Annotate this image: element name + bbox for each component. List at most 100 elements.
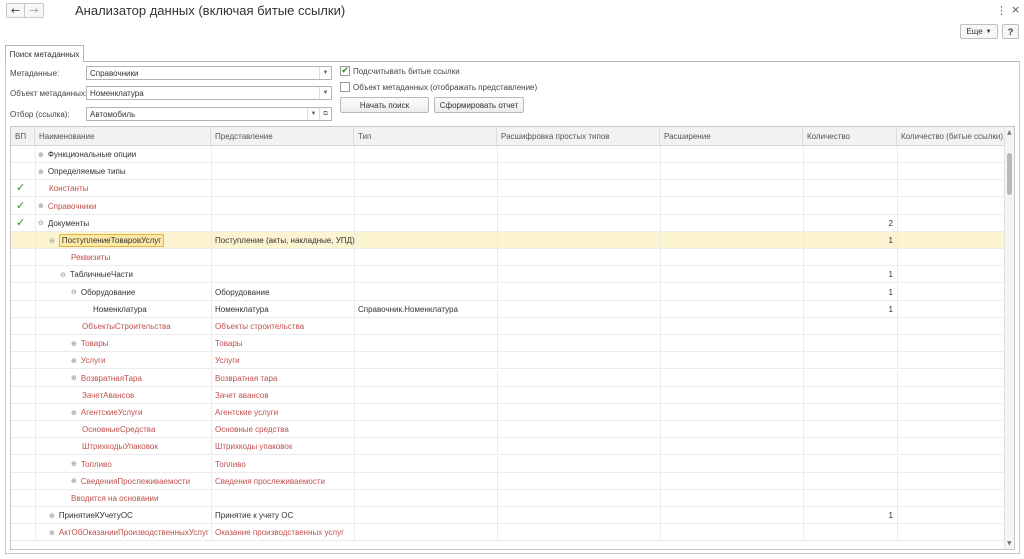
open-link-icon[interactable]: ⧉ xyxy=(319,108,331,120)
column-divider xyxy=(497,283,498,301)
column-divider xyxy=(354,472,355,490)
show-repr-checkbox[interactable] xyxy=(340,82,350,92)
row-repr-cell: Топливо xyxy=(215,459,246,469)
column-header[interactable]: Наименование xyxy=(35,127,211,146)
results-grid: ВП Наименование Представление Тип Расшиф… xyxy=(10,126,1015,550)
collapse-icon[interactable]: ⊖ xyxy=(49,237,55,245)
expand-icon[interactable]: ⊕ xyxy=(71,460,77,468)
tab-metadata-search[interactable]: Поиск метаданных xyxy=(5,45,84,62)
table-row[interactable]: Реквизиты xyxy=(11,249,1006,267)
column-divider xyxy=(354,146,355,163)
table-row[interactable]: ⊕ Функциональные опции xyxy=(11,146,1006,163)
column-divider xyxy=(660,335,661,353)
forward-arrow-icon[interactable]: → xyxy=(25,3,44,18)
table-row[interactable]: ⊕ Товары Товары xyxy=(11,335,1006,353)
column-divider xyxy=(897,300,898,318)
column-divider xyxy=(497,266,498,284)
scroll-up-icon[interactable]: ▲ xyxy=(1007,129,1012,136)
column-divider xyxy=(35,249,36,267)
column-divider xyxy=(35,524,36,542)
table-row[interactable]: ⊕ ВозвратнаяТара Возвратная тара xyxy=(11,369,1006,387)
scroll-down-icon[interactable]: ▼ xyxy=(1007,540,1012,547)
expand-icon[interactable]: ⊕ xyxy=(71,409,77,417)
more-button[interactable]: Еще ▼ xyxy=(960,24,998,39)
filter-field[interactable]: Автомобиль ▼ ⧉ xyxy=(86,107,332,121)
row-name-cell: Номенклатура xyxy=(82,301,147,318)
column-divider xyxy=(211,249,212,267)
row-repr-cell: Услуги xyxy=(215,356,240,366)
back-arrow-icon[interactable]: ← xyxy=(6,3,25,18)
object-field[interactable]: Номенклатура ▼ xyxy=(86,86,332,100)
kebab-menu-icon[interactable]: ⋮ xyxy=(996,4,1007,17)
column-divider xyxy=(660,455,661,473)
table-row[interactable]: ОсновныеСредства Основные средства xyxy=(11,421,1006,439)
expand-icon[interactable]: ⊕ xyxy=(49,529,55,537)
dropdown-icon[interactable]: ▼ xyxy=(307,108,319,120)
column-divider xyxy=(803,421,804,439)
column-header[interactable]: Тип xyxy=(354,127,497,146)
table-row[interactable]: ⊕ АктОбОказанииПроизводственныхУслуг Оказа… xyxy=(11,524,1006,542)
metadata-field[interactable]: Справочники ▼ xyxy=(86,66,332,80)
column-divider xyxy=(354,283,355,301)
column-divider xyxy=(211,507,212,525)
collapse-icon[interactable]: ⊖ xyxy=(71,288,77,296)
table-row[interactable]: ⊕ АгентскиеУслуги Агентские услуги xyxy=(11,404,1006,421)
expand-icon[interactable]: ⊕ xyxy=(38,168,44,176)
column-header[interactable]: Представление xyxy=(211,127,354,146)
expand-icon[interactable]: ⊕ xyxy=(38,151,44,159)
help-button[interactable]: ? xyxy=(1002,24,1019,39)
column-divider xyxy=(660,283,661,301)
row-name-cell: ⊕ Товары xyxy=(71,335,108,352)
expand-icon[interactable]: ⊕ xyxy=(71,477,77,485)
generate-report-button[interactable]: Сформировать отчет xyxy=(434,97,524,113)
column-divider xyxy=(803,490,804,507)
table-row[interactable]: ⊕ Услуги Услуги xyxy=(11,352,1006,370)
dropdown-icon[interactable]: ▼ xyxy=(319,67,331,79)
column-header[interactable]: ВП xyxy=(11,127,35,146)
column-divider xyxy=(211,180,212,198)
column-divider xyxy=(803,438,804,456)
row-name: ШтрихкодыУпаковок xyxy=(82,442,158,452)
start-search-button[interactable]: Начать поиск xyxy=(340,97,429,113)
table-row[interactable]: Номенклатура Номенклатура Справочник.Номен… xyxy=(11,300,1006,318)
column-divider xyxy=(897,386,898,404)
close-icon[interactable]: × xyxy=(1011,3,1020,16)
table-row[interactable]: ✓ ⊕ Справочники xyxy=(11,197,1006,215)
column-divider xyxy=(660,300,661,318)
table-row[interactable]: ОбъектыСтроительства Объекты строительств… xyxy=(11,318,1006,335)
vertical-scrollbar[interactable]: ▲ ▼ xyxy=(1004,127,1014,549)
expand-icon[interactable]: ⊕ xyxy=(49,512,55,520)
table-row[interactable]: ЗачетАвансов Зачет авансов xyxy=(11,386,1006,404)
column-divider xyxy=(660,214,661,232)
scroll-thumb[interactable] xyxy=(1007,153,1012,195)
table-row[interactable]: ШтрихкодыУпаковок Штрихкоды упаковок xyxy=(11,438,1006,456)
row-name: ОсновныеСредства xyxy=(82,425,156,435)
column-header[interactable]: Расшифровка простых типов xyxy=(497,127,660,146)
column-divider xyxy=(897,369,898,387)
table-row[interactable]: Вводится на основании xyxy=(11,490,1006,507)
column-header[interactable]: Количество xyxy=(803,127,897,146)
column-divider xyxy=(211,421,212,439)
column-header[interactable]: Расширение xyxy=(660,127,803,146)
expand-icon[interactable]: ⊕ xyxy=(71,374,77,382)
expand-icon[interactable]: ⊕ xyxy=(71,340,77,348)
expand-icon[interactable]: ⊕ xyxy=(71,357,77,365)
table-row[interactable]: ⊖ ТабличныеЧасти 1 xyxy=(11,266,1006,284)
column-divider xyxy=(35,318,36,335)
table-row[interactable]: ⊕ СведенияПрослеживаемости Сведения просле… xyxy=(11,472,1006,490)
column-header[interactable]: Количество (битые ссылки) xyxy=(897,127,1006,146)
table-row[interactable]: ⊖ Оборудование Оборудование 1 xyxy=(11,283,1006,301)
collapse-icon[interactable]: ⊖ xyxy=(38,219,44,227)
collapse-icon[interactable]: ⊖ xyxy=(60,271,66,279)
table-row[interactable]: ⊕ Определяемые типы xyxy=(11,163,1006,181)
count-broken-checkbox[interactable]: ✔ xyxy=(340,66,350,76)
row-name: Справочники xyxy=(47,201,97,211)
row-count-cell: 1 xyxy=(888,304,893,314)
table-row[interactable]: ⊕ Топливо Топливо xyxy=(11,455,1006,473)
table-row[interactable]: ⊕ ПринятиеКУчетуОС Принятие к учету ОС 1 xyxy=(11,507,1006,525)
dropdown-icon[interactable]: ▼ xyxy=(319,87,331,99)
table-row[interactable]: ✓ ⊖ Документы 2 xyxy=(11,214,1006,232)
expand-icon[interactable]: ⊕ xyxy=(38,202,44,210)
table-row[interactable]: ✓ Константы xyxy=(11,180,1006,198)
table-row[interactable]: ⊖ ПоступлениеТоваровУслуг Поступление (акт… xyxy=(11,232,1006,249)
